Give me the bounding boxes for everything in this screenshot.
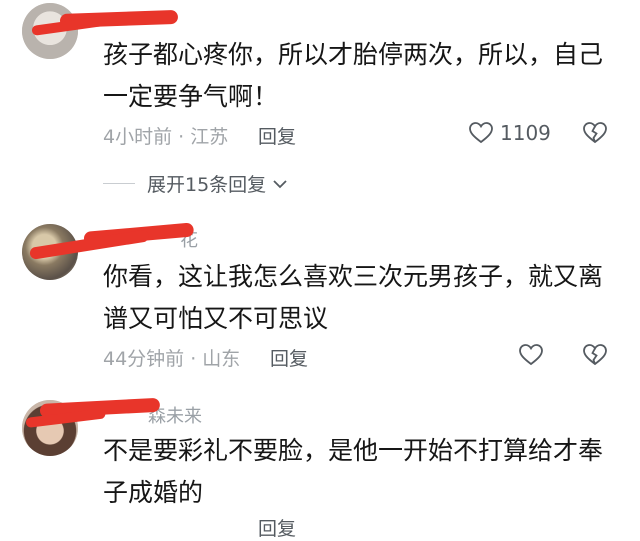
comment-text: 不是要彩礼不要脸，是他一开始不打算给才奉子成婚的 (103, 436, 604, 507)
comment-text: 你看，这让我怎么喜欢三次元男孩子，就又离谱又可怕又不可思议 (103, 262, 604, 333)
chevron-down-icon (273, 179, 287, 188)
heart-icon (469, 122, 493, 144)
reply-button[interactable]: 回复 (270, 344, 308, 371)
heart-icon (519, 344, 543, 366)
like-count: 1109 (500, 121, 551, 145)
comment-meta: 4小时前 · 江苏 (103, 126, 229, 148)
comment-meta: 44分钟前 · 山东 (103, 348, 241, 370)
broken-heart-icon (583, 344, 607, 366)
comment-text: 孩子都心疼你，所以才胎停两次，所以，自己一定要争气啊！ (103, 40, 604, 111)
divider (103, 183, 135, 184)
reply-button[interactable]: 回复 (258, 514, 296, 541)
broken-heart-icon (583, 122, 607, 144)
reply-button[interactable]: 回复 (258, 122, 296, 149)
expand-replies-label: 展开15条回复 (147, 174, 267, 196)
dislike-button[interactable] (582, 121, 608, 149)
like-button[interactable] (518, 343, 550, 367)
expand-replies-button[interactable]: 展开15条回复 (103, 170, 290, 197)
like-button[interactable]: 1109 (468, 121, 551, 145)
dislike-button[interactable] (582, 343, 608, 371)
